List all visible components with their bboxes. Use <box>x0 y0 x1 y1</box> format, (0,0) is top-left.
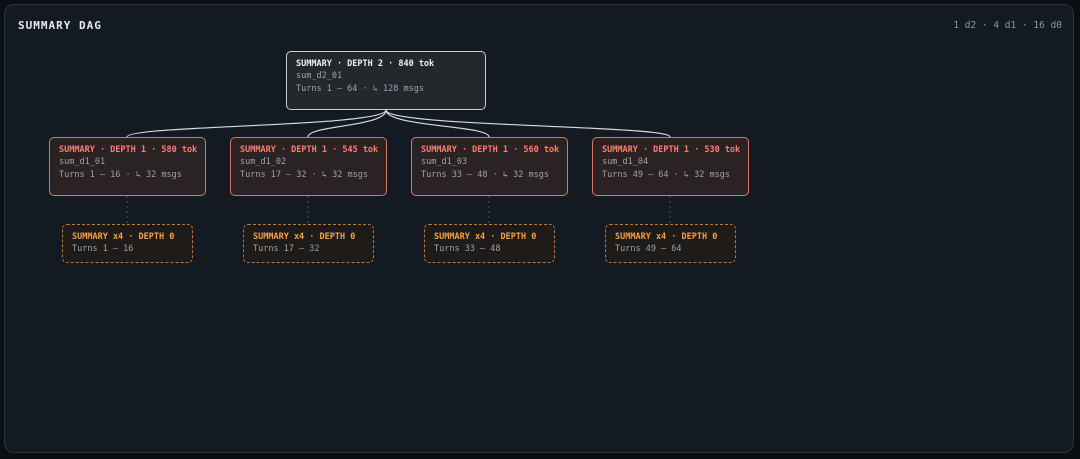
node-id: sum_d1_03 <box>421 157 468 167</box>
depth0-group-node-03[interactable]: SUMMARY x4 · DEPTH 0 Turns 33 – 48 <box>424 224 555 263</box>
node-meta: Turns 1 – 16 <box>72 244 134 254</box>
node-header: SUMMARY · DEPTH 1 · 560 tok <box>421 145 560 155</box>
node-header: SUMMARY x4 · DEPTH 0 <box>434 232 537 242</box>
node-header: SUMMARY x4 · DEPTH 0 <box>72 232 175 242</box>
edge-root-to-d1-02 <box>307 109 387 138</box>
node-meta: Turns 49 – 64 · ↳ 32 msgs <box>602 170 730 180</box>
depth0-group-node-02[interactable]: SUMMARY x4 · DEPTH 0 Turns 17 – 32 <box>243 224 374 263</box>
depth1-summary-node-04[interactable]: SUMMARY · DEPTH 1 · 530 tok sum_d1_04 Tu… <box>592 137 749 196</box>
node-meta: Turns 33 – 48 <box>434 244 501 254</box>
node-id: sum_d1_04 <box>602 157 649 167</box>
summary-dag-panel: SUMMARY DAG 1 d2 · 4 d1 · 16 d0 SUMMARY … <box>4 4 1074 453</box>
node-id: sum_d1_02 <box>240 157 287 167</box>
edge-root-to-d1-01 <box>126 109 387 138</box>
root-summary-node[interactable]: SUMMARY · DEPTH 2 · 840 tok sum_d2_01 Tu… <box>286 51 486 110</box>
node-header: SUMMARY x4 · DEPTH 0 <box>253 232 356 242</box>
node-id: sum_d2_01 <box>296 71 343 81</box>
node-header: SUMMARY x4 · DEPTH 0 <box>615 232 718 242</box>
edge-root-to-d1-04 <box>385 109 671 138</box>
depth0-group-node-04[interactable]: SUMMARY x4 · DEPTH 0 Turns 49 – 64 <box>605 224 736 263</box>
node-meta: Turns 1 – 16 · ↳ 32 msgs <box>59 170 182 180</box>
node-meta: Turns 33 – 48 · ↳ 32 msgs <box>421 170 549 180</box>
depth1-summary-node-02[interactable]: SUMMARY · DEPTH 1 · 545 tok sum_d1_02 Tu… <box>230 137 387 196</box>
node-meta: Turns 1 – 64 · ↳ 128 msgs <box>296 84 424 94</box>
node-header: SUMMARY · DEPTH 1 · 580 tok <box>59 145 198 155</box>
node-id: sum_d1_01 <box>59 157 106 167</box>
node-meta: Turns 49 – 64 <box>615 244 682 254</box>
node-header: SUMMARY · DEPTH 1 · 545 tok <box>240 145 379 155</box>
node-meta: Turns 17 – 32 · ↳ 32 msgs <box>240 170 368 180</box>
depth1-summary-node-03[interactable]: SUMMARY · DEPTH 1 · 560 tok sum_d1_03 Tu… <box>411 137 568 196</box>
node-header: SUMMARY · DEPTH 1 · 530 tok <box>602 145 741 155</box>
edge-root-to-d1-03 <box>385 109 490 138</box>
depth0-group-node-01[interactable]: SUMMARY x4 · DEPTH 0 Turns 1 – 16 <box>62 224 193 263</box>
node-header: SUMMARY · DEPTH 2 · 840 tok <box>296 59 435 69</box>
depth1-summary-node-01[interactable]: SUMMARY · DEPTH 1 · 580 tok sum_d1_01 Tu… <box>49 137 206 196</box>
node-meta: Turns 17 – 32 <box>253 244 320 254</box>
